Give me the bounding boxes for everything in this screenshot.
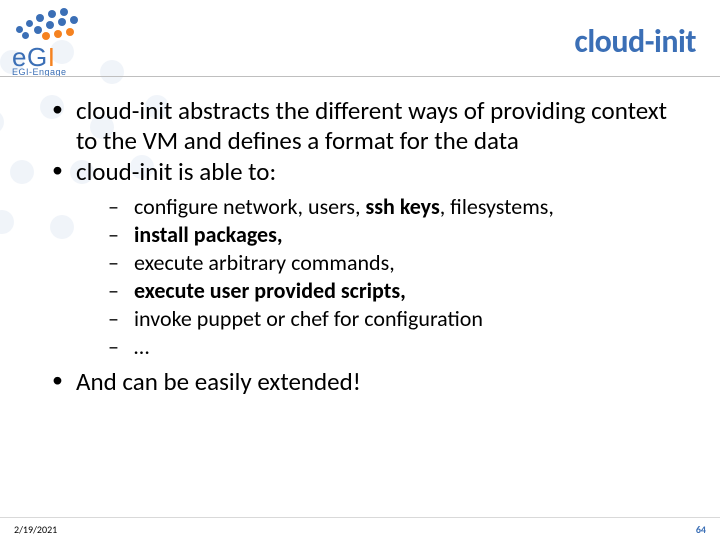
logo-dots-icon [12,6,82,42]
slide-footer: 2/19/2021 64 [0,518,720,540]
sub-bullet-item: invoke puppet or chef for configuration [108,305,688,333]
sub-bullet-text-bold: ssh keys [366,193,440,220]
slide-title: cloud-init [574,22,696,61]
sub-bullet-item: configure network, users, ssh keys, file… [108,193,688,221]
sub-bullet-text: install packages, [134,221,283,248]
sub-bullet-item: execute arbitrary commands, [108,249,688,277]
slide-header: eGI EGI-Engage cloud-init [0,0,720,80]
bullet-item: cloud-init is able to: configure network… [48,157,688,361]
sub-bullet-text: execute arbitrary commands, [134,249,395,276]
header-divider [0,76,720,77]
footer-page-number: 64 [696,523,706,536]
egi-logo: eGI EGI-Engage [12,6,100,77]
sub-bullet-item: execute user provided scripts, [108,277,688,305]
slide-body: cloud-init abstracts the different ways … [48,96,688,399]
bullet-text: And can be easily extended! [76,366,361,397]
bullet-item: cloud-init abstracts the different ways … [48,96,688,155]
sub-bullet-text: execute user provided scripts, [134,277,406,304]
sub-bullet-item: … [108,333,688,361]
sub-bullet-text: … [134,333,149,360]
bullet-text: cloud-init abstracts the different ways … [76,95,667,156]
bullet-text: cloud-init is able to: [76,156,276,187]
bullet-item: And can be easily extended! [48,367,688,397]
sub-bullet-text-pre: configure network, users, [134,193,366,220]
sub-bullet-text: invoke puppet or chef for configuration [134,305,483,332]
sub-bullet-text-post: , filesystems, [440,193,554,220]
sub-bullet-item: install packages, [108,221,688,249]
footer-date: 2/19/2021 [14,523,57,536]
